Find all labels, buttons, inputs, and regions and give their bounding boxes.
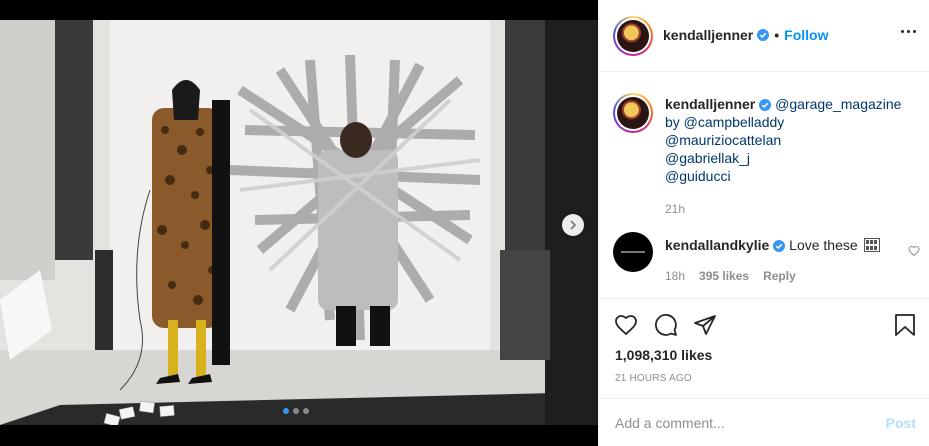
caption-author-username[interactable]: kendalljenner [665, 96, 755, 112]
carousel-dot [283, 408, 289, 414]
post-comment-button[interactable]: Post [886, 415, 916, 431]
caption-mention[interactable]: by @campbelladdy [665, 114, 784, 130]
gif-emoji-icon [863, 238, 880, 252]
comment-meta: 18h 395 likes Reply [665, 269, 796, 283]
comment-reply-button[interactable]: Reply [763, 269, 796, 283]
caption-mention[interactable]: @gabriellak_j [665, 150, 750, 166]
carousel-dot [303, 408, 309, 414]
follow-button[interactable]: Follow [784, 27, 828, 43]
post-photo[interactable] [0, 20, 598, 425]
carousel-next-button[interactable] [562, 214, 584, 236]
comments-section[interactable]: kendalljenner @garage_magazine by @campb… [599, 73, 929, 297]
verified-badge-icon [757, 29, 770, 41]
post-date[interactable]: 21 HOURS AGO [615, 373, 692, 384]
commenter-avatar[interactable] [613, 232, 653, 272]
caption-author-avatar[interactable] [613, 93, 653, 133]
chevron-right-icon [570, 220, 577, 230]
header-author-line: kendalljenner • Follow [663, 27, 829, 43]
comment-timestamp[interactable]: 18h [665, 269, 685, 283]
header-separator: • [774, 27, 780, 43]
caption-mention[interactable]: @garage_magazine [775, 96, 901, 112]
comment-text-line: kendallandkylie Love these [665, 237, 880, 253]
paper-plane-icon[interactable] [693, 313, 717, 337]
post-side-panel: kendalljenner • Follow kendalljenner @ga… [598, 0, 929, 446]
bookmark-icon[interactable] [894, 313, 916, 337]
commenter-username[interactable]: kendallandkylie [665, 237, 769, 253]
post-media[interactable] [0, 0, 598, 446]
comment-composer: Post [599, 398, 929, 446]
carousel-dot [293, 408, 299, 414]
verified-badge-icon [773, 240, 786, 252]
comment-icon[interactable] [653, 313, 679, 337]
caption-timestamp[interactable]: 21h [665, 202, 685, 216]
author-avatar[interactable] [613, 16, 653, 56]
caption-mention[interactable]: @mauriziocattelan [665, 132, 781, 148]
heart-icon[interactable] [613, 313, 639, 337]
caption-mention[interactable]: @guiducci [665, 168, 731, 184]
comment-text: Love these [789, 237, 858, 253]
more-options-icon[interactable] [901, 30, 916, 33]
author-username[interactable]: kendalljenner [663, 27, 753, 43]
comment-likes[interactable]: 395 likes [699, 269, 749, 283]
post-header: kendalljenner • Follow [599, 0, 929, 72]
comment-like-heart-icon[interactable] [908, 245, 920, 257]
likes-count[interactable]: 1,098,310 likes [615, 347, 712, 363]
photo-illustration [0, 20, 598, 425]
verified-badge-icon [759, 99, 772, 111]
carousel-indicator [283, 408, 309, 414]
post-caption: kendalljenner @garage_magazine by @campb… [665, 95, 915, 218]
post-actions-bar [599, 298, 929, 348]
comment-input[interactable] [615, 413, 865, 433]
